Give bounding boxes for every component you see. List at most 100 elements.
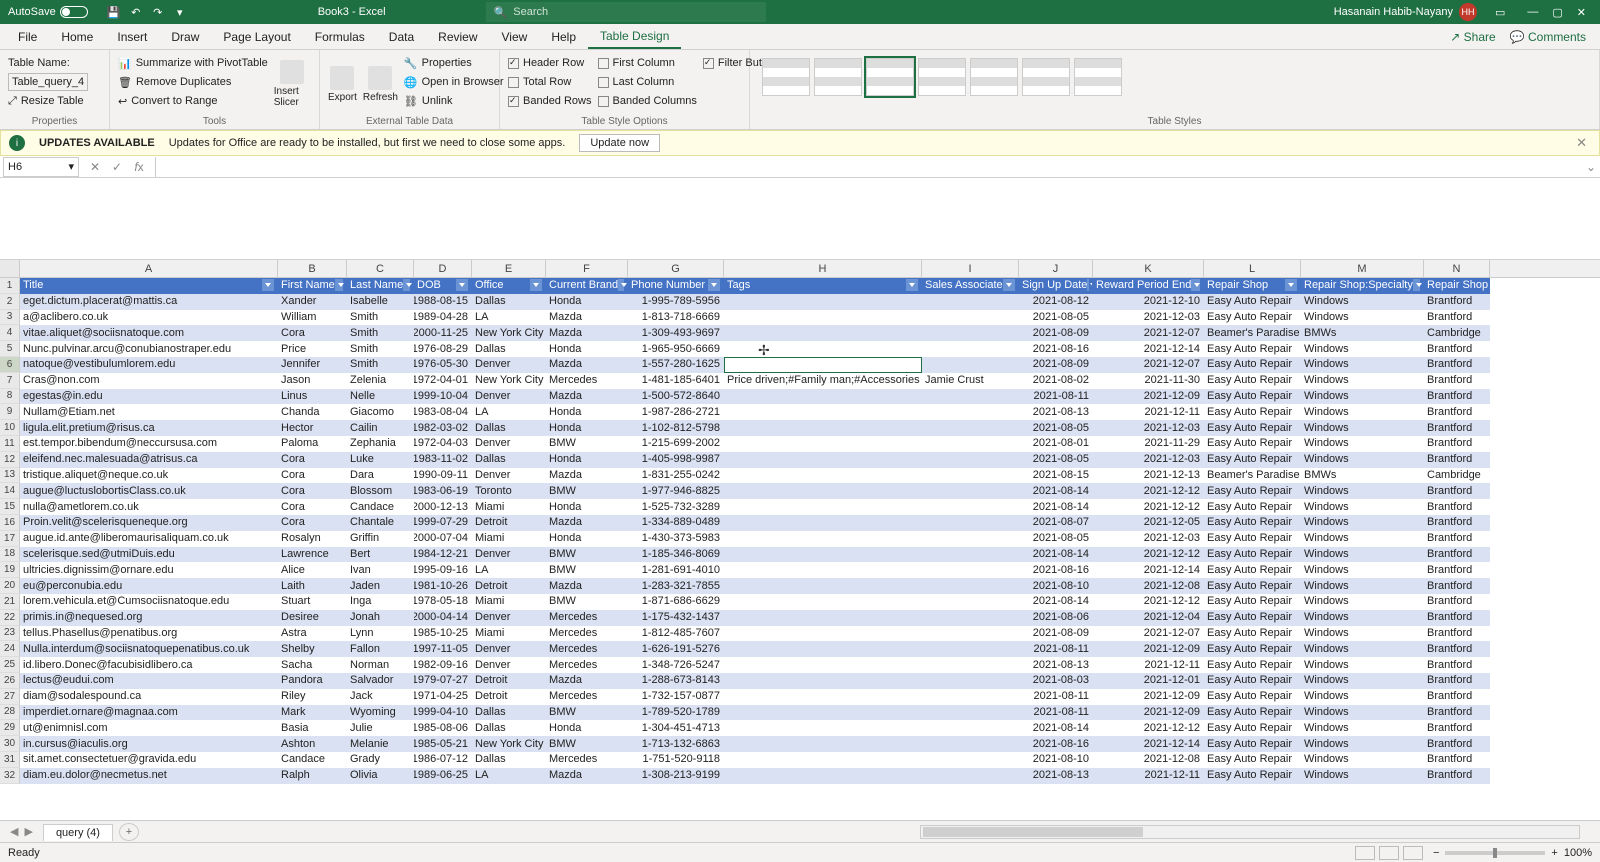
- cell[interactable]: [922, 768, 1019, 784]
- cell[interactable]: sit.amet.consectetuer@gravida.edu: [20, 752, 278, 768]
- cell[interactable]: Stuart: [278, 594, 347, 610]
- tab-insert[interactable]: Insert: [105, 24, 159, 49]
- cell[interactable]: Windows: [1301, 389, 1424, 405]
- cell[interactable]: Ralph: [278, 768, 347, 784]
- table-header-cell[interactable]: Last Name: [347, 278, 414, 294]
- cell[interactable]: Sacha: [278, 657, 347, 673]
- cell[interactable]: Brantford: [1424, 483, 1490, 499]
- filter-dropdown-icon[interactable]: [1087, 279, 1089, 291]
- cell[interactable]: Griffin: [347, 531, 414, 547]
- cell[interactable]: Luke: [347, 452, 414, 468]
- cell[interactable]: natoque@vestibulumlorem.edu: [20, 357, 278, 373]
- cell[interactable]: 1-965-950-6669: [628, 341, 724, 357]
- cell[interactable]: Windows: [1301, 736, 1424, 752]
- cell[interactable]: 2021-08-16: [1019, 341, 1093, 357]
- cell[interactable]: Jaden: [347, 578, 414, 594]
- cell[interactable]: [922, 531, 1019, 547]
- cell[interactable]: tristique.aliquet@neque.co.uk: [20, 468, 278, 484]
- column-header-J[interactable]: J: [1019, 260, 1093, 277]
- cell[interactable]: in.cursus@iaculis.org: [20, 736, 278, 752]
- cell[interactable]: [922, 626, 1019, 642]
- cell[interactable]: Detroit: [472, 578, 546, 594]
- cell[interactable]: [922, 325, 1019, 341]
- cell[interactable]: Brantford: [1424, 357, 1490, 373]
- cell[interactable]: 1972-04-03: [414, 436, 472, 452]
- cell[interactable]: Easy Auto Repair: [1204, 420, 1301, 436]
- cell[interactable]: 2021-08-09: [1019, 325, 1093, 341]
- cell[interactable]: 2021-08-05: [1019, 452, 1093, 468]
- cell[interactable]: Denver: [472, 657, 546, 673]
- cell[interactable]: Brantford: [1424, 641, 1490, 657]
- cell[interactable]: Honda: [546, 531, 628, 547]
- cell[interactable]: Easy Auto Repair: [1204, 736, 1301, 752]
- cell[interactable]: Detroit: [472, 515, 546, 531]
- cell[interactable]: 1999-07-29: [414, 515, 472, 531]
- cell[interactable]: 2021-08-11: [1019, 389, 1093, 405]
- cell[interactable]: 1999-04-10: [414, 705, 472, 721]
- cell[interactable]: Honda: [546, 404, 628, 420]
- cell[interactable]: [922, 673, 1019, 689]
- cell[interactable]: [922, 357, 1019, 373]
- cell[interactable]: 1-813-718-6669: [628, 310, 724, 326]
- row-header[interactable]: 14: [0, 483, 20, 499]
- cell[interactable]: Windows: [1301, 626, 1424, 642]
- cell[interactable]: 1988-08-15: [414, 294, 472, 310]
- sheet-tab-active[interactable]: query (4): [43, 824, 113, 841]
- refresh-button[interactable]: Refresh: [363, 54, 398, 114]
- cell[interactable]: Windows: [1301, 547, 1424, 563]
- banded-cols-check[interactable]: Banded Columns: [598, 92, 697, 110]
- cell[interactable]: Brantford: [1424, 531, 1490, 547]
- cell[interactable]: Honda: [546, 499, 628, 515]
- cell[interactable]: Easy Auto Repair: [1204, 626, 1301, 642]
- cell[interactable]: [922, 310, 1019, 326]
- cell[interactable]: Dallas: [472, 720, 546, 736]
- table-header-cell[interactable]: Current Brand: [546, 278, 628, 294]
- cell[interactable]: Windows: [1301, 641, 1424, 657]
- filter-dropdown-icon[interactable]: [708, 279, 720, 291]
- cell[interactable]: Miami: [472, 626, 546, 642]
- minimize-icon[interactable]: —: [1527, 6, 1538, 19]
- cell[interactable]: Windows: [1301, 562, 1424, 578]
- cell[interactable]: Windows: [1301, 768, 1424, 784]
- cell[interactable]: 1989-06-25: [414, 768, 472, 784]
- column-header-E[interactable]: E: [472, 260, 546, 277]
- cell[interactable]: BMWs: [1301, 325, 1424, 341]
- cell[interactable]: [724, 752, 922, 768]
- cell[interactable]: [724, 294, 922, 310]
- cell[interactable]: Smith: [347, 357, 414, 373]
- cell[interactable]: Windows: [1301, 373, 1424, 389]
- save-icon[interactable]: 💾: [106, 4, 122, 20]
- cell[interactable]: 1-977-946-8825: [628, 483, 724, 499]
- cell[interactable]: Windows: [1301, 357, 1424, 373]
- cell[interactable]: [922, 578, 1019, 594]
- cell[interactable]: 1981-10-26: [414, 578, 472, 594]
- cell[interactable]: New York City: [472, 736, 546, 752]
- cell[interactable]: 1-557-280-1625: [628, 357, 724, 373]
- cell[interactable]: 2021-12-14: [1093, 562, 1204, 578]
- table-header-cell[interactable]: Title: [20, 278, 278, 294]
- cell[interactable]: Windows: [1301, 452, 1424, 468]
- filter-dropdown-icon[interactable]: [456, 279, 468, 291]
- cell[interactable]: Dallas: [472, 420, 546, 436]
- cell[interactable]: [922, 689, 1019, 705]
- cell[interactable]: Windows: [1301, 673, 1424, 689]
- cell[interactable]: [922, 657, 1019, 673]
- cell[interactable]: Xander: [278, 294, 347, 310]
- cell[interactable]: ligula.elit.pretium@risus.ca: [20, 420, 278, 436]
- column-header-A[interactable]: A: [20, 260, 278, 277]
- cell[interactable]: Denver: [472, 547, 546, 563]
- cell[interactable]: BMW: [546, 594, 628, 610]
- cell[interactable]: 2021-08-07: [1019, 515, 1093, 531]
- share-button[interactable]: ↗ Share: [1450, 30, 1495, 44]
- first-col-check[interactable]: First Column: [598, 54, 697, 72]
- cell[interactable]: [724, 736, 922, 752]
- cell[interactable]: Easy Auto Repair: [1204, 594, 1301, 610]
- cell[interactable]: Easy Auto Repair: [1204, 531, 1301, 547]
- export-button[interactable]: Export: [328, 54, 357, 114]
- cell[interactable]: 2021-12-04: [1093, 610, 1204, 626]
- cell[interactable]: 2021-08-02: [1019, 373, 1093, 389]
- cell[interactable]: tellus.Phasellus@penatibus.org: [20, 626, 278, 642]
- cell[interactable]: 2021-12-12: [1093, 483, 1204, 499]
- cell[interactable]: Candace: [278, 752, 347, 768]
- row-header[interactable]: 10: [0, 420, 20, 436]
